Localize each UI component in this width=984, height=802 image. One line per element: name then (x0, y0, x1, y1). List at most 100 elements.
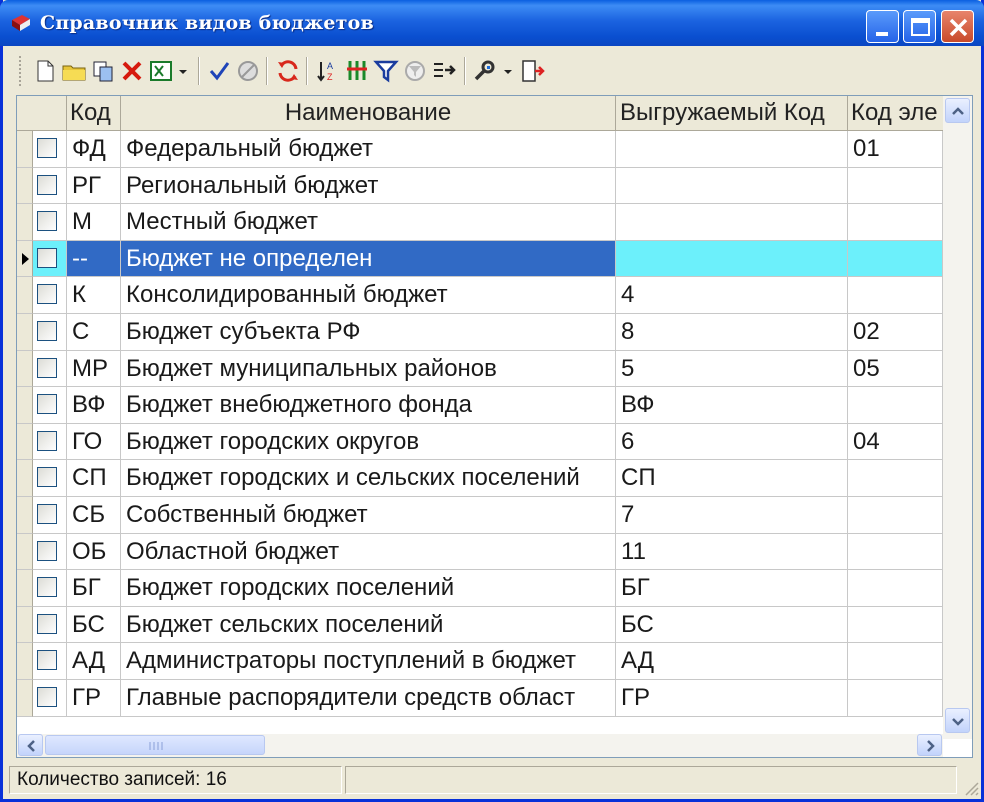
resize-grip-icon[interactable] (961, 778, 979, 796)
cell-name[interactable]: Местный бюджет (121, 204, 616, 241)
table-row[interactable]: ГР Главные распорядители средств област ГР (17, 680, 943, 717)
table-row[interactable]: СП Бюджет городских и сельских поселений С… (17, 460, 943, 497)
table-row[interactable]: АД Администраторы поступлений в бюджет АД (17, 643, 943, 680)
cell-code[interactable]: РГ (67, 167, 121, 205)
table-row[interactable]: М Местный бюджет (17, 204, 943, 241)
row-checkbox[interactable] (37, 577, 57, 598)
cell-export-code[interactable]: ВФ (616, 387, 848, 424)
row-indicator[interactable] (17, 460, 33, 497)
table-row[interactable]: -- Бюджет не определен (17, 240, 943, 278)
cell-export-code[interactable] (616, 204, 848, 241)
cell-element-code[interactable]: 02 (848, 314, 943, 351)
maximize-button[interactable] (903, 10, 936, 43)
cell-element-code[interactable] (848, 277, 943, 314)
column-header-name[interactable]: Наименование (121, 96, 616, 131)
cell-element-code[interactable] (848, 167, 943, 205)
column-icon[interactable] (344, 58, 370, 84)
cell-export-code[interactable]: 6 (616, 423, 848, 461)
cell-code[interactable]: СП (67, 460, 121, 497)
copy-icon[interactable] (90, 58, 116, 84)
cell-export-code[interactable]: БГ (616, 570, 848, 607)
table-row[interactable]: СБ Собственный бюджет 7 (17, 497, 943, 534)
cell-code[interactable]: МР (67, 350, 121, 388)
dropdown-arrow-icon[interactable] (176, 58, 190, 84)
row-checkbox[interactable] (37, 394, 57, 415)
cell-name[interactable]: Собственный бюджет (121, 497, 616, 534)
minimize-button[interactable] (866, 10, 899, 43)
row-indicator[interactable] (17, 277, 33, 314)
cell-code[interactable]: М (67, 204, 121, 241)
row-checkbox[interactable] (37, 138, 57, 158)
cell-name[interactable]: Бюджет не определен (121, 240, 616, 278)
row-checkbox[interactable] (37, 540, 57, 561)
cell-code[interactable]: ГО (67, 423, 121, 461)
row-checkbox[interactable] (37, 211, 57, 232)
cell-element-code[interactable]: 04 (848, 423, 943, 461)
cell-element-code[interactable] (848, 533, 943, 571)
settings-icon[interactable] (473, 58, 499, 84)
row-checkbox[interactable] (37, 687, 57, 707)
excel-export-icon[interactable] (148, 58, 174, 84)
row-checkbox[interactable] (37, 650, 57, 671)
cell-export-code[interactable]: ГР (616, 680, 848, 717)
row-indicator[interactable] (17, 240, 33, 278)
cell-element-code[interactable] (848, 204, 943, 241)
horizontal-scroll-thumb[interactable] (45, 735, 265, 755)
table-row[interactable]: РГ Региональный бюджет (17, 167, 943, 205)
table-row[interactable]: ФД Федеральный бюджет 01 (17, 131, 943, 168)
table-row[interactable]: С Бюджет субъекта РФ 8 02 (17, 314, 943, 351)
column-header-code[interactable]: Код (67, 96, 121, 131)
table-row[interactable]: ГО Бюджет городских округов 6 04 (17, 423, 943, 461)
cell-code[interactable]: ГР (67, 680, 121, 717)
row-indicator[interactable] (17, 533, 33, 571)
row-checkbox[interactable] (37, 357, 57, 378)
check-icon[interactable] (206, 58, 232, 84)
table-row[interactable]: ВФ Бюджет внебюджетного фонда ВФ (17, 387, 943, 424)
cell-export-code[interactable]: АД (616, 643, 848, 680)
cell-code[interactable]: АД (67, 643, 121, 680)
table-row[interactable]: ОБ Областной бюджет 11 (17, 533, 943, 571)
row-checkbox[interactable] (37, 613, 57, 634)
cell-element-code[interactable] (848, 387, 943, 424)
table-row[interactable]: БГ Бюджет городских поселений БГ (17, 570, 943, 607)
cell-element-code[interactable] (848, 240, 943, 278)
clear-filter-icon[interactable] (402, 58, 428, 84)
row-indicator[interactable] (17, 680, 33, 717)
row-indicator[interactable] (17, 204, 33, 241)
row-indicator[interactable] (17, 131, 33, 168)
cell-name[interactable]: Федеральный бюджет (121, 131, 616, 168)
cell-name[interactable]: Бюджет субъекта РФ (121, 314, 616, 351)
cell-name[interactable]: Бюджет муниципальных районов (121, 350, 616, 388)
row-checkbox[interactable] (37, 174, 57, 195)
cell-name[interactable]: Главные распорядители средств област (121, 680, 616, 717)
cell-code[interactable]: К (67, 277, 121, 314)
close-button[interactable] (941, 10, 974, 43)
cell-code[interactable]: СБ (67, 497, 121, 534)
row-indicator[interactable] (17, 606, 33, 644)
scroll-down-button[interactable] (945, 708, 970, 733)
row-indicator[interactable] (17, 314, 33, 351)
table-row[interactable]: МР Бюджет муниципальных районов 5 05 (17, 350, 943, 388)
cell-element-code[interactable] (848, 643, 943, 680)
row-indicator[interactable] (17, 387, 33, 424)
row-indicator[interactable] (17, 570, 33, 607)
row-checkbox[interactable] (37, 321, 57, 341)
cancel-icon[interactable] (235, 58, 261, 84)
row-indicator[interactable] (17, 167, 33, 205)
filter-icon[interactable] (373, 58, 399, 84)
title-bar[interactable]: Справочник видов бюджетов (0, 0, 984, 46)
cell-code[interactable]: ВФ (67, 387, 121, 424)
cell-code[interactable]: БС (67, 606, 121, 644)
cell-export-code[interactable]: 8 (616, 314, 848, 351)
cell-export-code[interactable] (616, 167, 848, 205)
scroll-left-button[interactable] (18, 734, 43, 756)
cell-export-code[interactable]: 7 (616, 497, 848, 534)
column-header-export-code[interactable]: Выгружаемый Код (616, 96, 848, 131)
cell-export-code[interactable]: 5 (616, 350, 848, 388)
row-checkbox[interactable] (37, 504, 57, 524)
vertical-scrollbar[interactable] (943, 96, 972, 739)
cell-name[interactable]: Бюджет городских поселений (121, 570, 616, 607)
cell-name[interactable]: Областной бюджет (121, 533, 616, 571)
cell-name[interactable]: Администраторы поступлений в бюджет (121, 643, 616, 680)
cell-export-code[interactable]: 11 (616, 533, 848, 571)
